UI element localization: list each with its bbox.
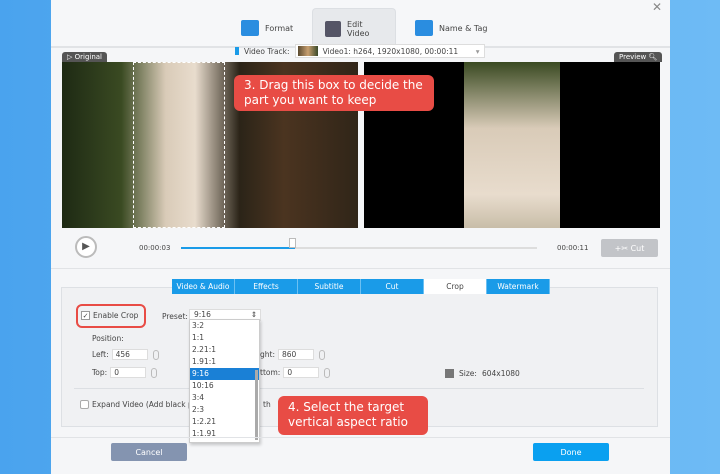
preset-option[interactable]: 1:1 <box>190 332 259 344</box>
preset-option[interactable]: 1:1.91 <box>190 428 259 440</box>
top-field[interactable]: Top: 0 <box>92 367 158 378</box>
tab-format[interactable]: Format <box>241 8 293 48</box>
scissors-icon: +✂ <box>614 243 631 253</box>
callout-drag-box: 3. Drag this box to decide the part you … <box>234 75 434 111</box>
preset-option[interactable]: 1.91:1 <box>190 356 259 368</box>
callout-select-ratio: 4. Select the target vertical aspect rat… <box>278 396 428 435</box>
video-thumbnail <box>297 46 318 56</box>
edit-tab-subtitle[interactable]: Subtitle <box>298 279 361 294</box>
preset-option[interactable]: 9:16 <box>190 368 259 380</box>
cancel-button[interactable]: Cancel <box>111 443 187 461</box>
preset-option[interactable]: 2.21:1 <box>190 344 259 356</box>
close-icon[interactable]: ✕ <box>652 0 662 14</box>
progress-bar[interactable] <box>181 247 537 249</box>
preview-label[interactable]: Preview 🔍︎ <box>614 52 663 62</box>
cut-button[interactable]: +✂ Cut <box>601 239 658 257</box>
size-readout: Size: 604x1080 <box>445 369 520 378</box>
top-tab-bar: Format Edit Video Name & Tag ✕ <box>51 0 670 48</box>
current-time: 00:00:03 <box>139 244 171 252</box>
progress-handle[interactable] <box>289 238 296 248</box>
position-label: Position: <box>92 334 124 343</box>
divider <box>51 268 670 269</box>
bottom-field[interactable]: ttom: 0 <box>260 367 331 378</box>
edit-tabs: Video & Audio Effects Subtitle Cut Crop Water… <box>172 279 550 294</box>
expand-video-checkbox[interactable]: Expand Video (Add black pa <box>80 400 197 409</box>
preset-option[interactable]: 3:4 <box>190 392 259 404</box>
chevron-down-icon: ▾ <box>475 46 480 56</box>
divider <box>74 388 644 389</box>
name-tag-icon <box>415 20 433 36</box>
preset-option[interactable]: 3:2 <box>190 320 259 332</box>
divider <box>51 437 670 438</box>
size-icon <box>445 369 454 378</box>
edit-tab-watermark[interactable]: Watermark <box>487 279 550 294</box>
preview-cropped-image <box>464 62 560 228</box>
total-time: 00:00:11 <box>557 244 589 252</box>
tab-name-tag[interactable]: Name & Tag <box>415 8 487 48</box>
preset-option[interactable]: 2:3 <box>190 404 259 416</box>
original-label: ▷ Original <box>62 52 108 62</box>
preset-dropdown[interactable]: 3:2 1:1 2.21:1 1.91:1 9:16 10:16 3:4 2:3 1:2.21 1… <box>189 319 260 443</box>
expand-label-tail: th <box>263 400 271 409</box>
enable-crop-checkbox[interactable]: ✓ Enable Crop <box>81 311 138 320</box>
edit-tab-cut[interactable]: Cut <box>361 279 424 294</box>
video-track: Video Track: Video1: h264, 1920x1080, 00… <box>235 44 485 58</box>
preset-option[interactable]: 1:2.21 <box>190 416 259 428</box>
done-button[interactable]: Done <box>533 443 609 461</box>
dropdown-scrollbar[interactable] <box>255 370 258 440</box>
format-icon <box>241 20 259 36</box>
crop-box[interactable] <box>133 62 225 228</box>
edit-tab-effects[interactable]: Effects <box>235 279 298 294</box>
play-button[interactable]: ▶ <box>75 236 97 258</box>
video-track-select[interactable]: Video1: h264, 1920x1080, 00:00:11 ▾ <box>294 44 485 58</box>
edit-tab-crop[interactable]: Crop <box>424 279 487 294</box>
track-icon <box>235 47 239 55</box>
preset-label: Preset: <box>162 312 188 321</box>
edit-tab-video-audio[interactable]: Video & Audio <box>172 279 235 294</box>
edit-video-window: Format Edit Video Name & Tag ✕ Video Tra… <box>51 0 670 474</box>
right-field[interactable]: ght: 860 <box>260 349 325 360</box>
tab-edit-video[interactable]: Edit Video <box>312 8 396 48</box>
left-field[interactable]: Left: 456 <box>92 349 159 360</box>
preset-option[interactable]: 10:16 <box>190 380 259 392</box>
edit-video-icon <box>325 20 342 37</box>
